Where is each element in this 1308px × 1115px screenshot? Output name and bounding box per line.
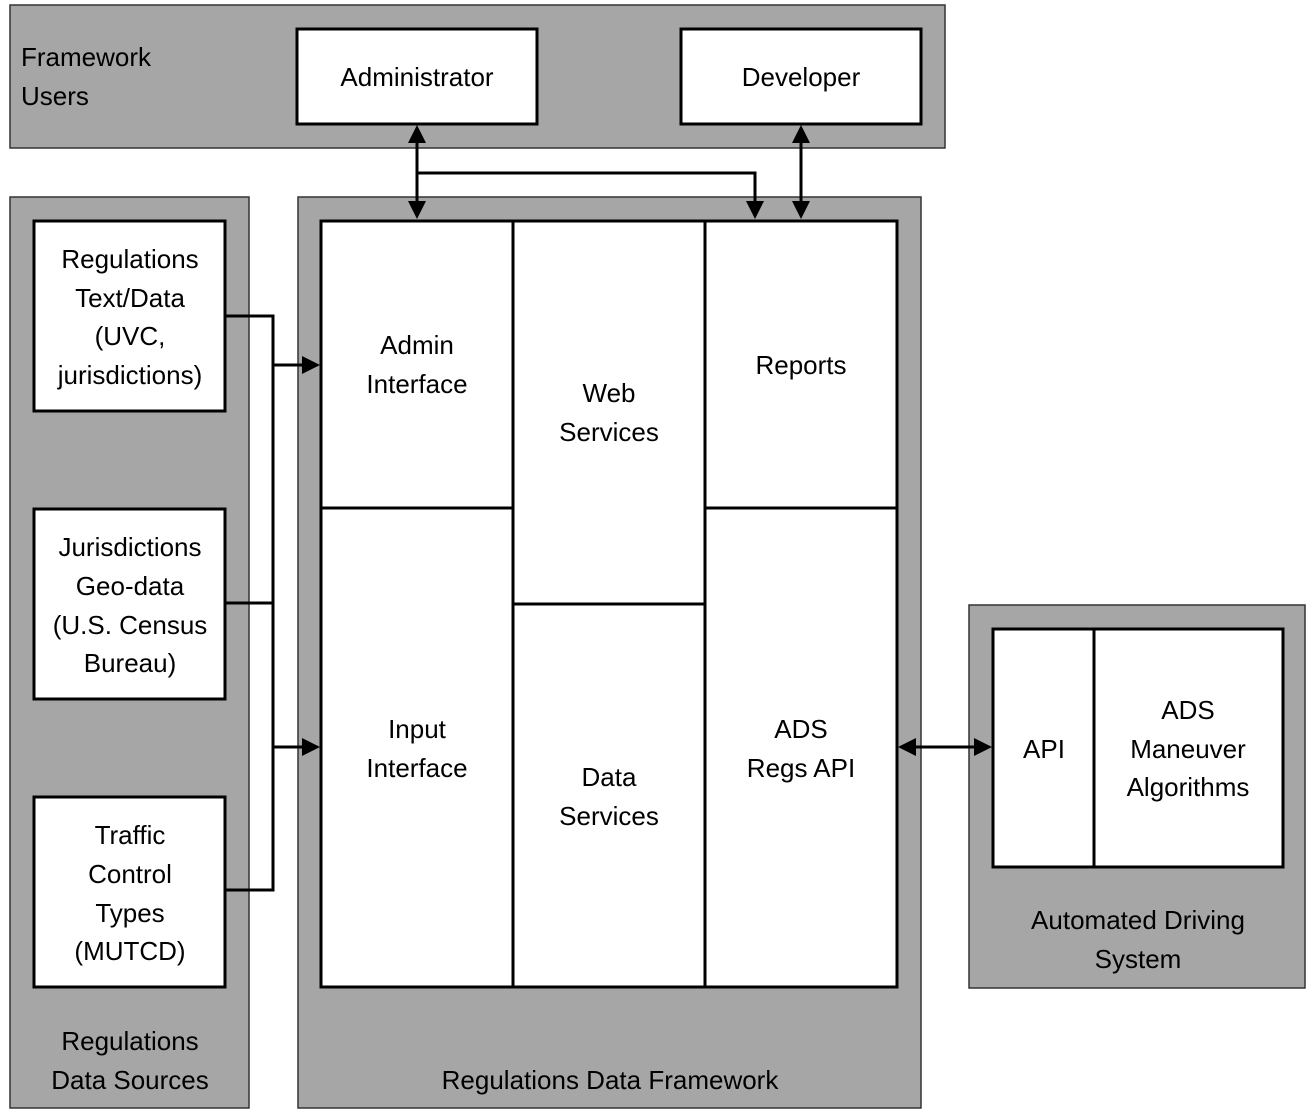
source-line: Regulations — [61, 244, 198, 274]
source-line: (U.S. Census — [53, 610, 208, 640]
module-label: API — [1023, 734, 1065, 764]
connector-developer — [792, 125, 810, 219]
source-line: Geo-data — [76, 571, 185, 601]
module-label: Services — [559, 801, 659, 831]
architecture-diagram: Framework Users Regulations Data Sources… — [9, 4, 1306, 1109]
module-label: Regs API — [747, 753, 855, 783]
source-line: (MUTCD) — [74, 936, 185, 966]
framework-users-label-2: Users — [21, 81, 89, 111]
source-jurisdictions-geo[interactable]: Jurisdictions Geo-data (U.S. Census Bure… — [32, 507, 227, 701]
data-sources-label-1: Regulations — [61, 1026, 198, 1056]
framework-users-label-1: Framework — [21, 42, 152, 72]
module-label: Interface — [366, 753, 467, 783]
source-line: (UVC, — [95, 321, 166, 351]
administrator-box[interactable]: Administrator — [295, 27, 539, 126]
module-label: Reports — [755, 350, 846, 380]
source-regulations-text[interactable]: Regulations Text/Data (UVC, jurisdiction… — [32, 219, 227, 413]
framework-label: Regulations Data Framework — [442, 1065, 780, 1095]
module-label: Data — [582, 762, 637, 792]
source-line: jurisdictions) — [57, 360, 203, 390]
data-sources-label-2: Data Sources — [51, 1065, 209, 1095]
module-label: ADS — [774, 714, 827, 744]
ads-label-1: Automated Driving — [1031, 905, 1245, 935]
module-label: Web — [583, 378, 636, 408]
module-label: Services — [559, 417, 659, 447]
module-label: Interface — [366, 369, 467, 399]
ads-label-2: System — [1095, 944, 1182, 974]
reports-module[interactable]: Reports — [755, 350, 846, 380]
source-line: Text/Data — [75, 283, 185, 313]
module-label: Algorithms — [1127, 772, 1250, 802]
connector-ads-api — [898, 738, 992, 756]
module-label: ADS — [1161, 695, 1214, 725]
source-traffic-control[interactable]: Traffic Control Types (MUTCD) — [32, 795, 227, 989]
developer-box[interactable]: Developer — [679, 27, 923, 126]
source-line: Bureau) — [84, 648, 177, 678]
administrator-label: Administrator — [340, 62, 493, 92]
source-line: Traffic — [95, 820, 166, 850]
ads-api-module[interactable]: API — [1023, 734, 1065, 764]
module-label: Input — [388, 714, 447, 744]
module-label: Admin — [380, 330, 454, 360]
developer-label: Developer — [742, 62, 861, 92]
module-label: Maneuver — [1130, 734, 1246, 764]
source-line: Jurisdictions — [58, 532, 201, 562]
source-line: Control — [88, 859, 172, 889]
source-line: Types — [95, 898, 164, 928]
